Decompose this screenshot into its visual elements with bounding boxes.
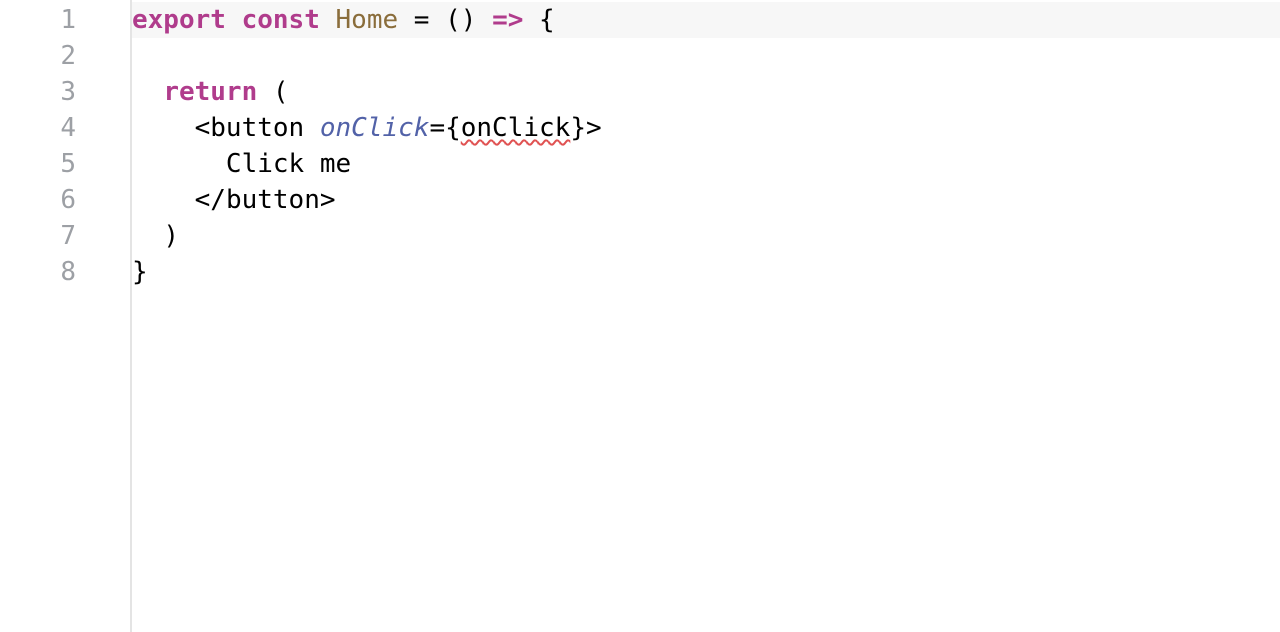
jsx-tag-button-close: button	[226, 185, 320, 215]
line-number: 1	[0, 2, 130, 38]
code-line-3[interactable]: return (	[132, 74, 1280, 110]
code-content[interactable]: export const Home = () => { return ( <bu…	[132, 0, 1280, 632]
line-number-gutter: 1 2 3 4 5 6 7 8	[0, 0, 132, 632]
line-number: 3	[0, 74, 130, 110]
line-number: 6	[0, 182, 130, 218]
error-identifier-onclick[interactable]: onClick	[461, 113, 571, 143]
code-line-7[interactable]: )	[132, 218, 1280, 254]
function-name: Home	[336, 5, 399, 35]
jsx-tag-button: button	[210, 113, 304, 143]
code-line-8[interactable]: }	[132, 254, 1280, 290]
keyword-export: export	[132, 5, 226, 35]
line-number: 4	[0, 110, 130, 146]
jsx-attr-onclick: onClick	[320, 113, 430, 143]
line-number: 7	[0, 218, 130, 254]
line-number: 8	[0, 254, 130, 290]
keyword-const: const	[242, 5, 320, 35]
code-line-5[interactable]: Click me	[132, 146, 1280, 182]
line-number: 5	[0, 146, 130, 182]
code-line-1[interactable]: export const Home = () => {	[132, 2, 1280, 38]
code-line-6[interactable]: </button>	[132, 182, 1280, 218]
line-number: 2	[0, 38, 130, 74]
jsx-text: Click me	[226, 149, 351, 179]
code-line-4[interactable]: <button onClick={onClick}>	[132, 110, 1280, 146]
code-editor[interactable]: 1 2 3 4 5 6 7 8 export const Home = () =…	[0, 0, 1280, 632]
keyword-return: return	[163, 77, 257, 107]
code-line-2[interactable]	[132, 38, 1280, 74]
